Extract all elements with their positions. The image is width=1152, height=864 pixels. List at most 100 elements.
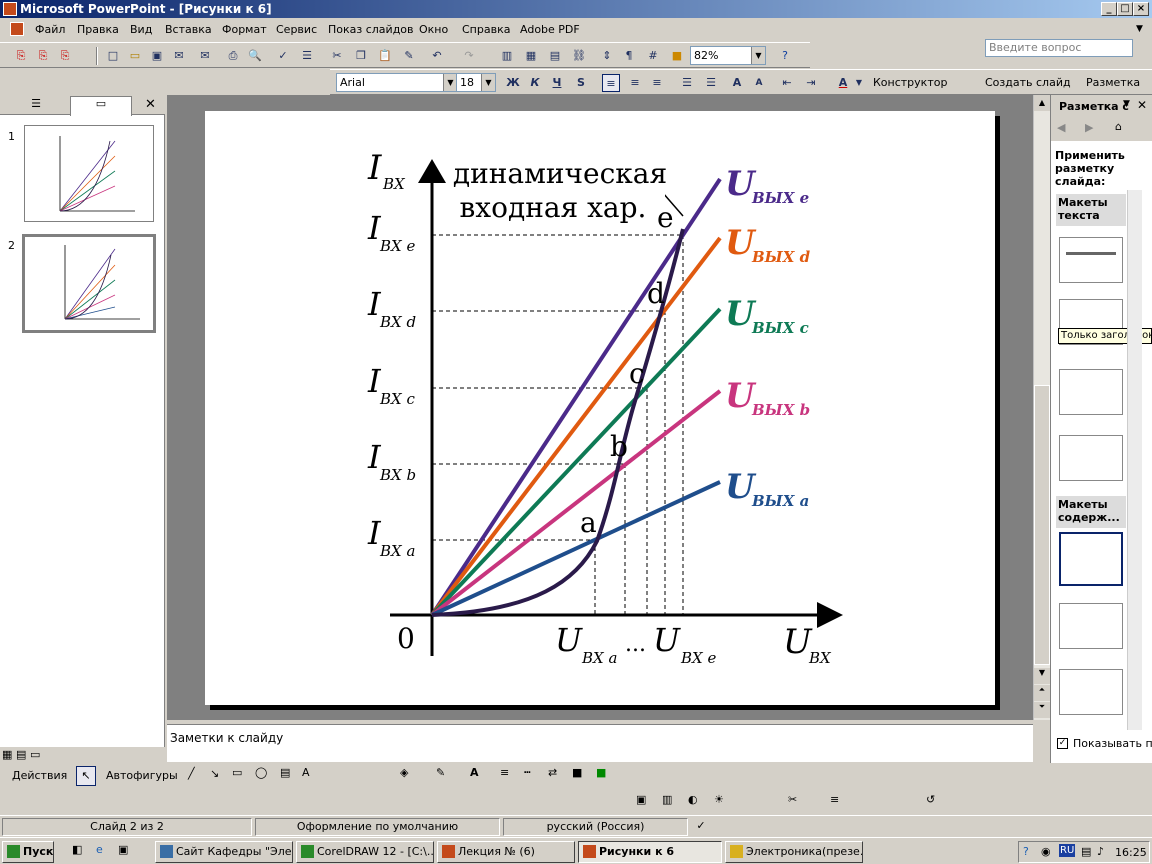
paste-icon[interactable]: 📋 — [376, 47, 394, 65]
tray-help-icon[interactable]: ? — [1023, 845, 1029, 858]
menu-adobe-pdf[interactable]: Adobe PDF — [520, 23, 580, 36]
slide-canvas[interactable]: динамическая входная хар. I ВХ U ВХ 0 IВ… — [205, 111, 995, 705]
slide-thumbnail-1[interactable] — [24, 125, 154, 222]
designer-button[interactable]: Конструктор — [873, 76, 947, 89]
actions-menu[interactable]: Действия — [12, 769, 67, 782]
redo-icon[interactable]: ↷ — [460, 47, 478, 65]
menu-slideshow[interactable]: Показ слайдов — [328, 23, 414, 36]
taskbar-task-3[interactable]: Лекция № (6) — [437, 841, 575, 863]
align-center-icon[interactable]: ≡ — [626, 74, 644, 92]
select-arrow-icon[interactable]: ↖ — [76, 766, 96, 786]
layout-button[interactable]: Разметка — [1086, 76, 1140, 89]
pdf-icon[interactable]: ⎘ — [12, 47, 30, 65]
line-icon[interactable]: ╱ — [188, 767, 195, 780]
arrow-style-icon[interactable]: ⇄ — [548, 766, 557, 779]
menu-view[interactable]: Вид — [130, 23, 152, 36]
format-painter-icon[interactable]: ✎ — [400, 47, 418, 65]
cut-icon[interactable]: ✂ — [328, 47, 346, 65]
menu-window[interactable]: Окно — [419, 23, 448, 36]
scroll-thumb[interactable] — [1034, 385, 1050, 665]
ask-question-input[interactable]: Введите вопрос — [985, 39, 1133, 57]
chart-icon[interactable]: ▥ — [498, 47, 516, 65]
help-icon[interactable]: ? — [776, 47, 794, 65]
tab-outline[interactable]: ☰ — [6, 97, 66, 115]
font-size-combo[interactable]: 18 ▼ — [456, 73, 496, 92]
layout-content[interactable] — [1059, 603, 1123, 649]
3d-style-icon[interactable]: ■ — [596, 766, 606, 779]
font-color-dropdown[interactable]: ▼ — [850, 74, 868, 92]
decrease-indent-icon[interactable]: ⇤ — [778, 74, 796, 92]
slideshow-view-icon[interactable]: ▭ — [30, 748, 40, 761]
pdf-email-icon[interactable]: ⎘ — [34, 47, 52, 65]
sorter-view-icon[interactable]: ▤ — [16, 748, 26, 761]
color-icon[interactable]: ▥ — [662, 793, 672, 806]
rectangle-icon[interactable]: ▭ — [232, 766, 242, 779]
menu-format[interactable]: Формат — [222, 23, 267, 36]
close-button[interactable]: × — [1133, 2, 1149, 16]
menu-help[interactable]: Справка — [462, 23, 510, 36]
table-icon[interactable]: ▦ — [522, 47, 540, 65]
bullets-icon[interactable]: ☰ — [702, 74, 720, 92]
expand-icon[interactable]: ⇕ — [598, 47, 616, 65]
print-preview-icon[interactable]: 🔍 — [246, 47, 264, 65]
show-check-icon[interactable]: ✓ — [1057, 738, 1068, 749]
oval-icon[interactable]: ◯ — [255, 766, 267, 779]
arrow-icon[interactable]: ↘ — [210, 767, 219, 780]
spelling-status-icon[interactable]: ✓ — [690, 818, 712, 836]
show-formatting-icon[interactable]: ¶ — [620, 47, 638, 65]
undo-icon[interactable]: ↶ — [428, 47, 446, 65]
bold-button[interactable]: Ж — [504, 74, 522, 92]
align-left-icon[interactable]: ≡ — [602, 74, 620, 92]
hyperlink-icon[interactable]: ⛓ — [570, 47, 588, 65]
font-combo[interactable]: Arial ▼ — [336, 73, 458, 92]
new-icon[interactable]: □ — [104, 47, 122, 65]
task-pane-close-icon[interactable]: ✕ — [1137, 98, 1147, 112]
layout-title-text[interactable] — [1059, 369, 1123, 415]
numbering-icon[interactable]: ☰ — [678, 74, 696, 92]
prev-slide-icon[interactable]: ⏶ — [1034, 685, 1050, 701]
back-icon[interactable]: ◀ — [1057, 121, 1065, 134]
increase-indent-icon[interactable]: ⇥ — [802, 74, 820, 92]
scroll-down-icon[interactable]: ▼ — [1034, 668, 1050, 684]
tables-borders-icon[interactable]: ▤ — [546, 47, 564, 65]
grow-font-icon[interactable]: A — [728, 74, 746, 92]
menu-edit[interactable]: Правка — [77, 23, 119, 36]
layout-title-only[interactable] — [1059, 237, 1123, 283]
quicklaunch-explorer-icon[interactable]: ◧ — [72, 843, 82, 856]
maximize-button[interactable]: □ — [1117, 2, 1133, 16]
menu-insert[interactable]: Вставка — [165, 23, 212, 36]
insert-picture-icon[interactable]: ▣ — [636, 793, 646, 806]
tray-volume-icon[interactable]: ♪ — [1097, 845, 1104, 858]
home-icon[interactable]: ⌂ — [1115, 120, 1122, 133]
shadow-style-icon[interactable]: ■ — [572, 766, 582, 779]
email-icon[interactable]: ✉ — [196, 47, 214, 65]
underline-button[interactable]: Ч — [548, 74, 566, 92]
vertical-scrollbar[interactable]: ▲ ▼ ⏶ ⏷ — [1033, 95, 1050, 720]
new-slide-button[interactable]: Создать слайд — [985, 76, 1071, 89]
quicklaunch-desktop-icon[interactable]: ▣ — [118, 843, 128, 856]
open-icon[interactable]: ▭ — [126, 47, 144, 65]
align-right-icon[interactable]: ≡ — [648, 74, 666, 92]
dash-style-icon[interactable]: ┅ — [524, 766, 531, 779]
contrast-icon[interactable]: ◐ — [688, 793, 698, 806]
menu-tools[interactable]: Сервис — [276, 23, 317, 36]
shadow-button[interactable]: S — [572, 74, 590, 92]
research-icon[interactable]: ☰ — [298, 47, 316, 65]
permission-icon[interactable]: ✉ — [170, 47, 188, 65]
forward-icon[interactable]: ▶ — [1085, 121, 1093, 134]
layout-title-content[interactable] — [1059, 669, 1123, 715]
minimize-button[interactable]: _ — [1101, 2, 1117, 16]
zoom-combo[interactable]: 82% ▼ — [690, 46, 766, 65]
task-pane-scrollbar[interactable] — [1127, 190, 1142, 730]
crop-icon[interactable]: ✂ — [788, 793, 797, 806]
taskbar-task-4-active[interactable]: Рисунки к 6 — [578, 841, 722, 863]
print-icon[interactable]: ⎙ — [224, 47, 242, 65]
taskbar-task-5[interactable]: Электроника(презе... — [725, 841, 863, 863]
menu-file[interactable]: Файл — [35, 23, 65, 36]
layout-blank[interactable] — [1059, 532, 1123, 586]
fill-color-icon[interactable]: ◈ — [400, 766, 408, 779]
close-panel-icon[interactable]: ✕ — [145, 97, 156, 112]
line-color-icon[interactable]: ✎ — [436, 766, 445, 779]
brightness-icon[interactable]: ☀ — [714, 793, 724, 806]
powerpoint-app-icon[interactable] — [3, 2, 17, 16]
